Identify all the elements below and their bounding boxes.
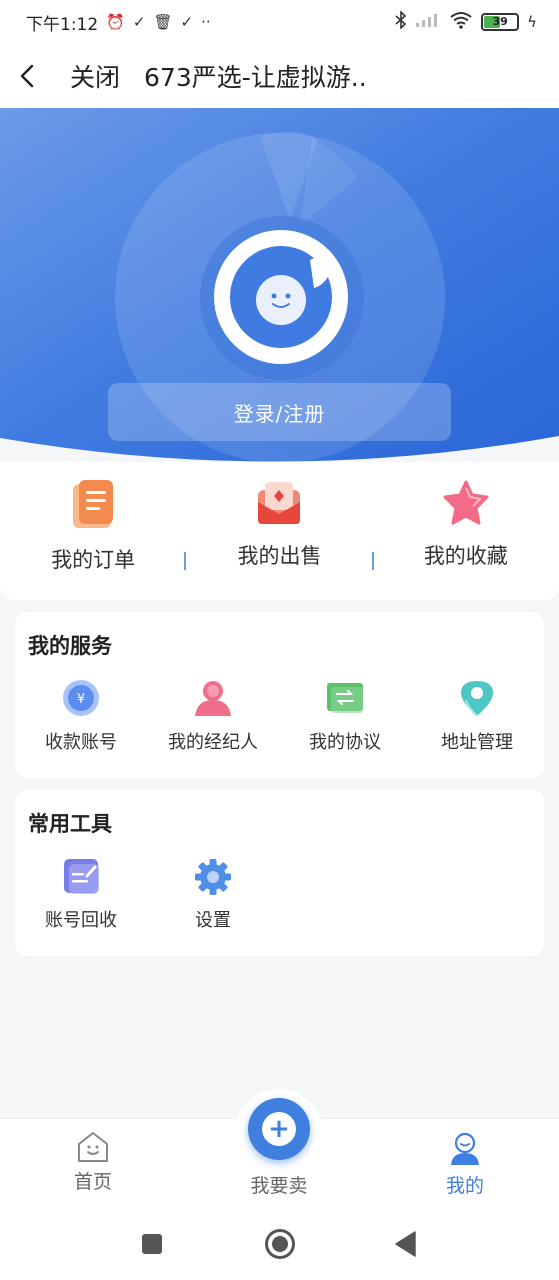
charging-icon: ϟ xyxy=(527,13,537,31)
settings-label: 设置 xyxy=(195,910,231,931)
divider xyxy=(372,552,374,570)
payment-account-label: 收款账号 xyxy=(45,732,117,753)
square-icon xyxy=(142,1234,162,1254)
more-dots: ·· xyxy=(201,13,211,31)
status-time: 下午1:12 xyxy=(26,14,99,35)
profile-icon xyxy=(451,1132,479,1165)
trash-icon: 🗑 xyxy=(153,13,173,31)
wifi-icon xyxy=(449,11,473,34)
back-system-button[interactable] xyxy=(395,1231,417,1261)
alarm-off-icon: ⏰ xyxy=(106,13,125,31)
signal-icon xyxy=(415,12,441,33)
settings-button[interactable]: 设置 xyxy=(147,856,279,932)
plus-icon: + xyxy=(262,1112,296,1146)
battery-icon: 39 xyxy=(481,13,520,31)
bottom-navigation: 首页 + 我要卖 我的 xyxy=(0,1089,559,1210)
tab-home-label: 首页 xyxy=(73,1171,112,1193)
check-icon: ✓ xyxy=(132,13,146,31)
my-agent-button[interactable]: 我的经纪人 xyxy=(147,678,279,754)
triangle-back-icon xyxy=(395,1231,416,1257)
my-sales-button[interactable]: 我的出售 xyxy=(186,462,372,600)
title-bar: 关闭 673严选-让虚拟游.. xyxy=(0,44,559,108)
account-recycle-label: 账号回收 xyxy=(45,910,117,931)
account-recycle-button[interactable]: 账号回收 xyxy=(15,856,147,932)
back-button[interactable] xyxy=(0,44,56,108)
common-tools-title: 常用工具 xyxy=(28,812,112,836)
my-favorites-button[interactable]: 我的收藏 xyxy=(373,462,559,600)
login-register-button[interactable]: 登录/注册 xyxy=(108,383,451,441)
gear-icon xyxy=(195,859,231,895)
payment-account-button[interactable]: ¥ 收款账号 xyxy=(15,678,147,754)
tab-sell[interactable]: 我要卖 xyxy=(219,1167,339,1198)
my-favorites-label: 我的收藏 xyxy=(423,544,508,568)
home-icon xyxy=(78,1132,108,1162)
tab-home[interactable]: 首页 xyxy=(33,1131,153,1194)
home-system-button[interactable] xyxy=(264,1228,296,1264)
tab-sell-label: 我要卖 xyxy=(250,1175,308,1197)
circle-icon xyxy=(265,1229,295,1259)
check-icon-2: ✓ xyxy=(180,13,194,31)
my-agreements-label: 我的协议 xyxy=(309,732,381,753)
my-orders-button[interactable]: 我的订单 xyxy=(0,462,186,600)
location-pin-icon xyxy=(461,681,493,717)
close-button[interactable]: 关闭 xyxy=(70,58,120,94)
address-management-button[interactable]: 地址管理 xyxy=(411,678,543,754)
svg-text:¥: ¥ xyxy=(77,692,85,707)
status-bar: 下午1:12 ⏰ ✓ 🗑 ✓ ·· 39 ϟ xyxy=(0,0,559,44)
my-orders-label: 我的订单 xyxy=(51,548,136,572)
page-title: 673严选-让虚拟游.. xyxy=(144,63,367,92)
agreement-icon xyxy=(327,683,363,713)
avatar[interactable] xyxy=(214,230,348,364)
bluetooth-icon xyxy=(395,10,407,33)
my-agreements-button[interactable]: 我的协议 xyxy=(279,678,411,754)
sell-envelope-icon xyxy=(258,482,301,524)
system-navigation-bar xyxy=(0,1210,559,1280)
yen-coin-icon: ¥ xyxy=(63,680,99,716)
my-sales-label: 我的出售 xyxy=(237,544,322,568)
recycle-note-icon xyxy=(64,859,99,894)
my-services-title: 我的服务 xyxy=(28,634,112,658)
star-icon xyxy=(443,480,489,525)
divider xyxy=(184,552,186,570)
address-management-label: 地址管理 xyxy=(441,732,513,753)
common-tools-card: 常用工具 账号回收 设置 xyxy=(15,790,544,956)
sell-button[interactable]: + xyxy=(248,1098,310,1160)
chevron-left-icon xyxy=(20,64,34,88)
person-icon xyxy=(195,681,231,716)
my-agent-label: 我的经纪人 xyxy=(168,732,258,753)
tab-mine[interactable]: 我的 xyxy=(405,1131,525,1198)
profile-header: 登录/注册 xyxy=(0,108,559,468)
order-doc-icon xyxy=(73,480,114,528)
tab-mine-label: 我的 xyxy=(445,1175,484,1197)
order-shortcuts: 我的订单 我的出售 我的收藏 xyxy=(0,462,559,600)
my-services-card: 我的服务 ¥ 收款账号 我的经纪人 我的协议 地址管理 xyxy=(15,612,544,778)
recent-apps-button[interactable] xyxy=(141,1233,163,1259)
